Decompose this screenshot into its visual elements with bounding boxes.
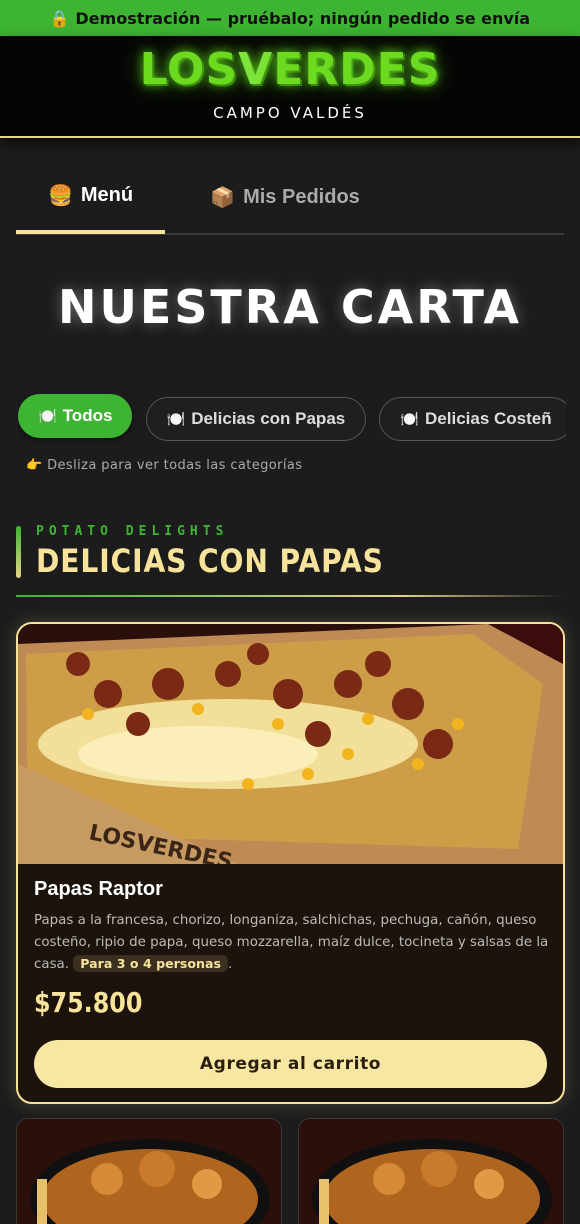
main-tabs: 🍔 Menú 📦 Mis Pedidos bbox=[16, 160, 564, 235]
demo-banner-text: 🔒 Demostración — pruébalo; ningún pedido… bbox=[49, 8, 531, 28]
brand-subtitle: CAMPO VALDÉS bbox=[213, 104, 367, 122]
section-title: DELICIAS CON PAPAS bbox=[36, 542, 384, 580]
burger-icon: 🍔 bbox=[47, 184, 73, 207]
product-image: LOSVERDES bbox=[18, 624, 563, 864]
product-price: $75.800 bbox=[34, 986, 143, 1019]
category-chip-papas[interactable]: 🍽️ Delicias con Papas bbox=[145, 397, 367, 441]
tab-my-orders[interactable]: 📦 Mis Pedidos bbox=[165, 160, 405, 235]
product-card-preview[interactable] bbox=[298, 1118, 564, 1224]
tab-my-orders-label: Mis Pedidos bbox=[243, 186, 360, 208]
add-to-cart-button[interactable]: Agregar al carrito bbox=[34, 1040, 547, 1088]
plate-icon: 🍽️ bbox=[38, 408, 57, 425]
product-name: Papas Raptor bbox=[34, 878, 163, 900]
category-chip-costenas[interactable]: 🍽️ Delicias Costeñ bbox=[379, 397, 566, 441]
category-chip-label: Todos bbox=[62, 406, 113, 425]
product-card[interactable]: LOSVERDES Papas Raptor Papas a la france… bbox=[16, 622, 565, 1104]
package-icon: 📦 bbox=[210, 187, 236, 209]
site-header: LOSVERDES CAMPO VALDÉS bbox=[0, 36, 580, 138]
category-chip-all[interactable]: 🍽️ Todos bbox=[18, 394, 133, 438]
plate-icon: 🍽️ bbox=[400, 411, 420, 428]
product-description: Papas a la francesa, chorizo, longaniza,… bbox=[34, 913, 549, 972]
section-divider bbox=[16, 595, 564, 597]
plate-icon: 🍽️ bbox=[166, 411, 186, 428]
scroll-hint: 👉 Desliza para ver todas las categorías bbox=[26, 458, 303, 473]
brand-logo[interactable]: LOSVERDES bbox=[140, 42, 441, 98]
tab-menu[interactable]: 🍔 Menú bbox=[16, 160, 165, 234]
category-filter[interactable]: 🍽️ Todos 🍽️ Delicias con Papas 🍽️ Delici… bbox=[18, 394, 566, 444]
page-title: NUESTRA CARTA bbox=[58, 280, 522, 334]
section-accent-bar bbox=[16, 526, 21, 578]
section-kicker: POTATO DELIGHTS bbox=[36, 524, 229, 539]
serving-badge: Para 3 o 4 personas bbox=[73, 955, 228, 972]
tab-menu-label: Menú bbox=[80, 183, 134, 206]
section-header: POTATO DELIGHTS DELICIAS CON PAPAS bbox=[16, 524, 564, 598]
product-card-preview[interactable] bbox=[16, 1118, 282, 1224]
product-image bbox=[17, 1119, 281, 1224]
product-image bbox=[299, 1119, 563, 1224]
category-chip-label: Delicias Costeñ bbox=[425, 409, 552, 428]
demo-banner: 🔒 Demostración — pruébalo; ningún pedido… bbox=[0, 0, 580, 36]
category-chip-label: Delicias con Papas bbox=[191, 409, 346, 428]
